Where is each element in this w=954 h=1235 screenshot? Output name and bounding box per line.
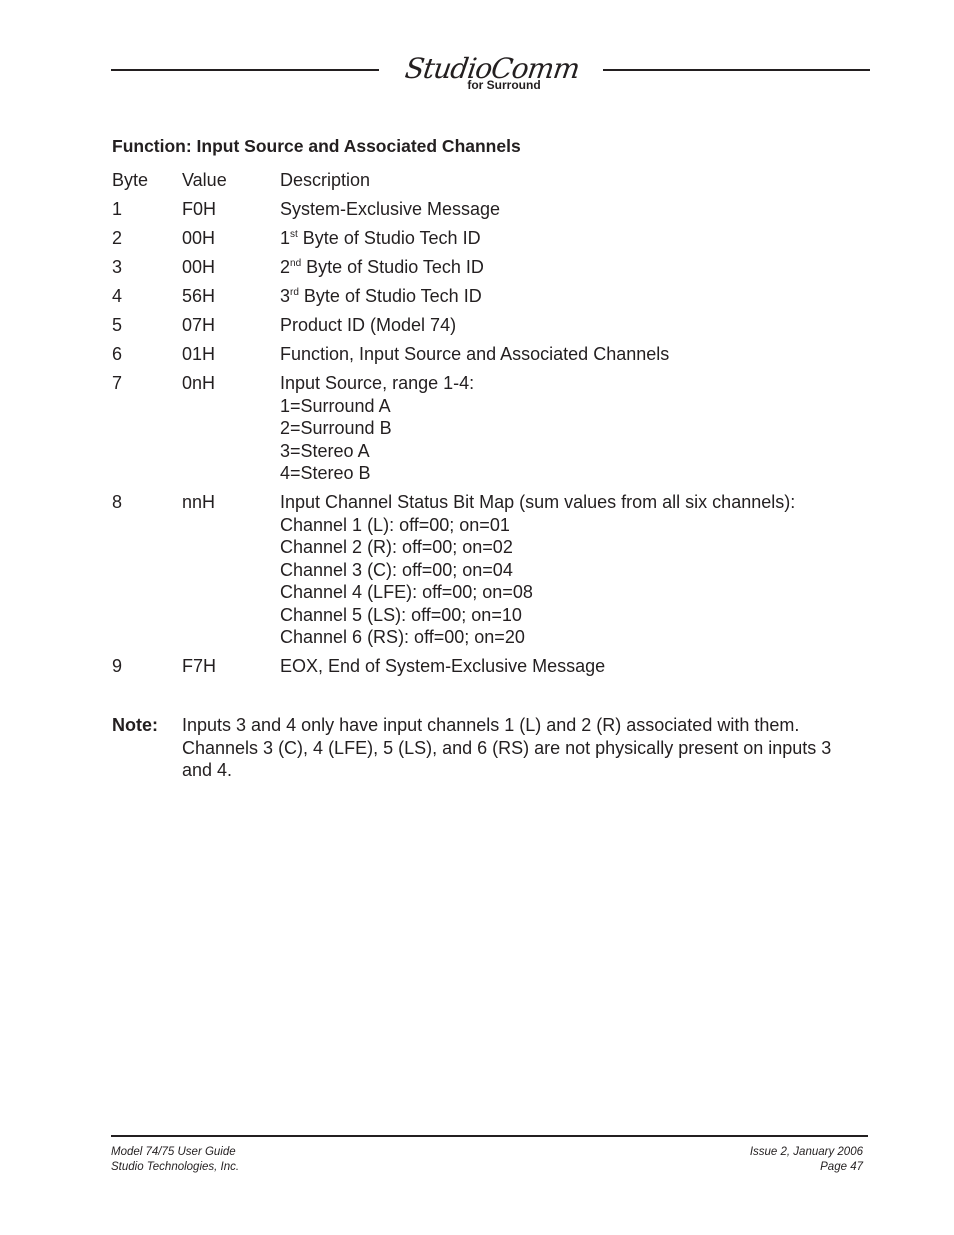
description-line: Input Channel Status Bit Map (sum values… (280, 492, 796, 512)
section-title: Function: Input Source and Associated Ch… (112, 136, 521, 156)
ordinal-suffix: nd (290, 258, 302, 269)
ordinal-number: 2 (280, 257, 291, 277)
description-line: Channel 2 (R): off=00; on=02 (280, 537, 513, 557)
byte-cell: 6 (112, 344, 123, 364)
footer-rule (111, 1135, 868, 1137)
table-row: 1 F0H System-Exclusive Message (112, 198, 872, 221)
description-line: EOX, End of System-Exclusive Message (280, 656, 606, 676)
byte-cell: 7 (112, 373, 123, 393)
ordinal-suffix: st (290, 229, 298, 240)
description-cell: 1st Byte of Studio Tech ID (280, 227, 872, 250)
description-cell: EOX, End of System-Exclusive Message (280, 655, 872, 678)
table-row: 7 0nH Input Source, range 1-4: 1=Surround A… (112, 372, 872, 485)
header-byte: Byte (112, 170, 149, 190)
description-text: Byte of Studio Tech ID (298, 286, 482, 306)
description-line: Channel 4 (LFE): off=00; on=08 (280, 582, 533, 602)
description-line: 3rd Byte of Studio Tech ID (280, 285, 872, 308)
ordinal-number: 1 (280, 228, 291, 248)
footer-left: Model 74/75 User Guide Studio Technologi… (111, 1145, 239, 1175)
description-line: Channel 5 (LS): off=00; on=10 (280, 604, 522, 625)
byte-cell: 8 (112, 492, 123, 512)
value-cell: 56H (182, 286, 216, 306)
byte-cell: 4 (112, 286, 123, 306)
footer-page-number: Page 47 (820, 1161, 863, 1173)
value-cell: 07H (182, 315, 216, 335)
description-line: 2nd Byte of Studio Tech ID (280, 256, 872, 279)
byte-cell: 5 (112, 315, 123, 335)
description-text: Byte of Studio Tech ID (301, 257, 484, 277)
description-line: 1st Byte of Studio Tech ID (280, 227, 872, 250)
description-line: 3=Stereo A (280, 440, 370, 461)
value-cell: nnH (182, 492, 216, 512)
footer-guide-title: Model 74/75 User Guide (111, 1146, 236, 1158)
table-row: 6 01H Function, Input Source and Associate… (112, 343, 872, 366)
description-line: Channel 6 (RS): off=00; on=20 (280, 627, 525, 647)
table-row: 3 00H 2nd Byte of Studio Tech ID (112, 256, 872, 279)
table-row: 5 07H Product ID (Model 74) (112, 314, 872, 337)
table-row: 4 56H 3rd Byte of Studio Tech ID (112, 285, 872, 308)
footer-right: Issue 2, January 2006 Page 47 (750, 1145, 863, 1175)
description-line: Channel 1 (L): off=00; on=01 (280, 514, 510, 535)
table-row: 8 nnH Input Channel Status Bit Map (sum va… (112, 491, 872, 649)
note-label: Note: (112, 715, 158, 735)
byte-cell: 3 (112, 257, 123, 277)
description-text: Byte of Studio Tech ID (297, 228, 481, 248)
table-header-row: Byte Value Description (112, 169, 872, 192)
description-cell: Input Source, range 1-4: 1=Surround A 2=Su… (280, 372, 872, 485)
value-cell: 0nH (182, 373, 216, 393)
header-rule-left (111, 69, 379, 71)
header-description: Description (280, 170, 371, 190)
studiocomm-logo: StudioComm for Surround (402, 52, 582, 91)
table-row: 9 F7H EOX, End of System-Exclusive Message (112, 655, 872, 678)
byte-cell: 9 (112, 656, 123, 676)
sysex-byte-table: Byte Value Description 1 F0H System-Exclus… (112, 169, 872, 684)
ordinal-number: 3 (280, 286, 291, 306)
value-cell: F7H (182, 656, 217, 676)
footer-issue: Issue 2, January 2006 (749, 1146, 863, 1158)
description-cell: Input Channel Status Bit Map (sum values… (280, 491, 872, 649)
header-value: Value (182, 170, 227, 190)
value-cell: 00H (182, 257, 216, 277)
description-cell: 2nd Byte of Studio Tech ID (280, 256, 872, 279)
value-cell: 00H (182, 228, 216, 248)
table-body: 1 F0H System-Exclusive Message 2 00H 1st Byte… (112, 198, 872, 678)
header-rule-right (603, 69, 870, 71)
description-line: 1=Surround A (280, 395, 391, 416)
note-text: Inputs 3 and 4 only have input channels … (182, 715, 832, 780)
description-line: 4=Stereo B (280, 463, 371, 483)
description-cell: Product ID (Model 74) (280, 314, 872, 337)
logo-script: StudioComm (402, 52, 582, 85)
description-line: System-Exclusive Message (280, 199, 501, 219)
note: Note: Inputs 3 and 4 only have input cha… (112, 714, 872, 782)
description-line: 2=Surround B (280, 418, 392, 438)
description-line: Channel 3 (C): off=00; on=04 (280, 559, 513, 580)
description-line: Function, Input Source and Associated Ch… (280, 344, 670, 364)
description-cell: Function, Input Source and Associated Ch… (280, 343, 872, 366)
footer-company: Studio Technologies, Inc. (111, 1161, 240, 1173)
value-cell: F0H (182, 199, 217, 219)
description-line: Product ID (Model 74) (280, 315, 457, 335)
description-cell: 3rd Byte of Studio Tech ID (280, 285, 872, 308)
description-line: Input Source, range 1-4: (280, 373, 475, 393)
description-cell: System-Exclusive Message (280, 198, 872, 221)
ordinal-suffix: rd (290, 287, 299, 298)
byte-cell: 1 (112, 199, 123, 219)
table-row: 2 00H 1st Byte of Studio Tech ID (112, 227, 872, 250)
byte-cell: 2 (112, 228, 123, 248)
value-cell: 01H (182, 344, 216, 364)
